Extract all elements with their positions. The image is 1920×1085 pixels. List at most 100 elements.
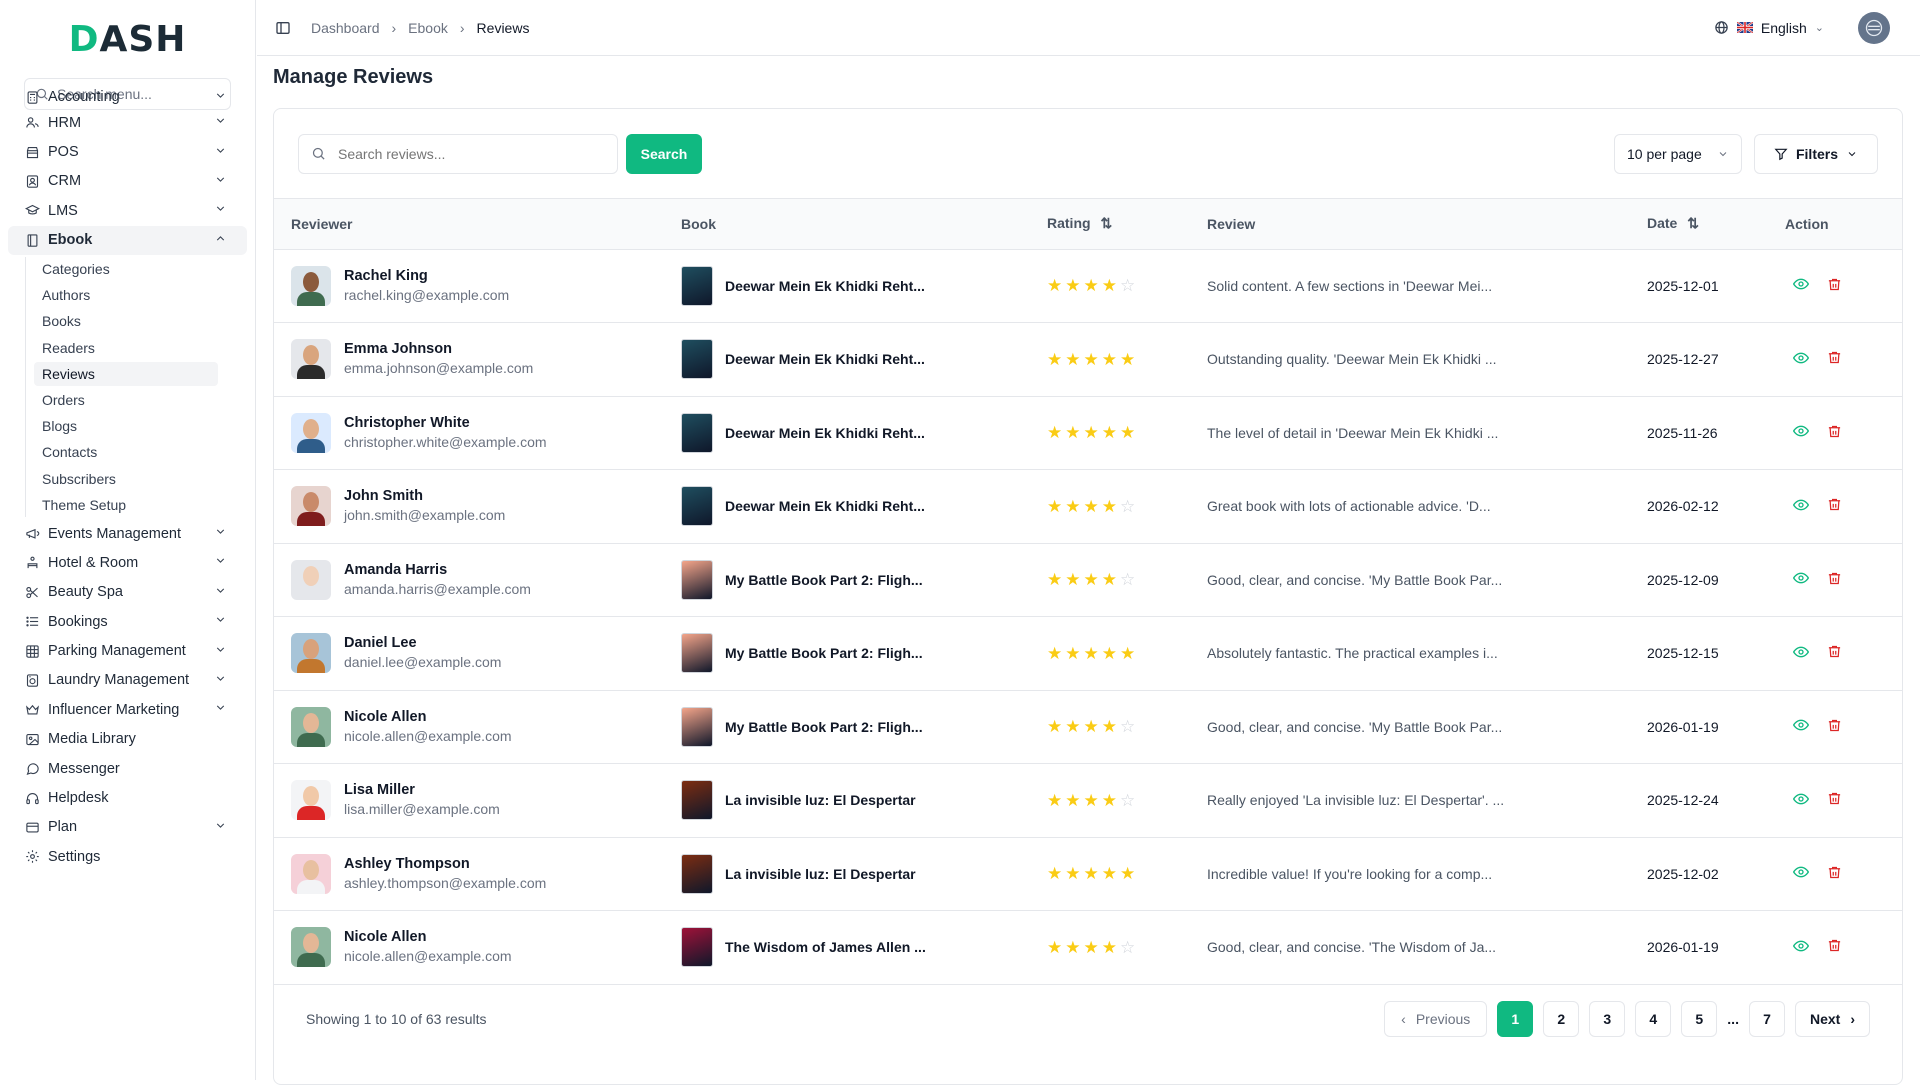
- chevron-right-icon: ›: [391, 19, 397, 36]
- page-button-1[interactable]: 1: [1497, 1001, 1534, 1037]
- view-icon[interactable]: [1792, 570, 1810, 589]
- sidebar-item-plan[interactable]: Plan: [8, 813, 247, 842]
- sidebar-item-beauty-spa[interactable]: Beauty Spa: [8, 578, 247, 607]
- previous-label: Previous: [1415, 1011, 1471, 1027]
- next-page-button[interactable]: Next ›: [1794, 1001, 1870, 1037]
- sidebar-item-bookings[interactable]: Bookings: [8, 607, 247, 636]
- breadcrumb-dashboard[interactable]: Dashboard: [311, 20, 380, 36]
- review-text: Absolutely fantastic. The practical exam…: [1207, 645, 1498, 662]
- reviewer-avatar: [291, 706, 331, 747]
- star-filled-icon: ★: [1101, 937, 1117, 957]
- sidebar-item-messenger[interactable]: Messenger: [8, 754, 247, 783]
- sidebar-item-laundry-management[interactable]: Laundry Management: [8, 666, 247, 695]
- pagination-ellipsis: ...: [1727, 1011, 1739, 1027]
- star-empty-icon: ☆: [1120, 570, 1136, 590]
- page-button-2[interactable]: 2: [1543, 1001, 1580, 1037]
- delete-icon[interactable]: [1827, 497, 1842, 515]
- sidebar-subitem-theme-setup[interactable]: Theme Setup: [34, 493, 218, 517]
- page-button-3[interactable]: 3: [1589, 1001, 1626, 1037]
- sidebar-item-label: Hotel & Room: [48, 554, 139, 571]
- view-icon[interactable]: [1792, 938, 1810, 957]
- page-button-last[interactable]: 7: [1748, 1001, 1785, 1037]
- sidebar-subitem-blogs[interactable]: Blogs: [34, 414, 218, 438]
- star-filled-icon: ★: [1101, 349, 1117, 369]
- language-selector[interactable]: English ⌄: [1714, 20, 1824, 36]
- view-icon[interactable]: [1792, 644, 1810, 663]
- reviewer-avatar: [291, 265, 331, 306]
- sidebar-item-ebook[interactable]: Ebook: [8, 225, 247, 255]
- delete-icon[interactable]: [1827, 865, 1842, 883]
- sidebar-subitem-readers[interactable]: Readers: [34, 336, 218, 360]
- reviewer-cell: Emma Johnson emma.johnson@example.com: [274, 323, 664, 397]
- view-icon[interactable]: [1792, 791, 1810, 810]
- sidebar-item-parking-management[interactable]: Parking Management: [8, 636, 247, 665]
- sidebar-item-helpdesk[interactable]: Helpdesk: [8, 783, 247, 812]
- sidebar-item-label: HRM: [48, 114, 82, 131]
- sidebar-toggle-icon[interactable]: [275, 20, 291, 36]
- sidebar-subitem-books[interactable]: Books: [34, 309, 218, 333]
- rating-cell: ★ ★ ★ ★ ★: [1030, 617, 1190, 691]
- sidebar-item-pos[interactable]: POS: [8, 137, 247, 166]
- sidebar-item-hrm[interactable]: HRM: [8, 108, 247, 137]
- delete-icon[interactable]: [1827, 644, 1842, 662]
- sidebar-subitem-contacts[interactable]: Contacts: [34, 440, 218, 464]
- star-filled-icon: ★: [1065, 496, 1081, 516]
- sidebar-item-events-management[interactable]: Events Management: [8, 519, 247, 548]
- app-logo[interactable]: DASH: [0, 0, 255, 78]
- sidebar-item-influencer-marketing[interactable]: Influencer Marketing: [8, 695, 247, 724]
- sidebar-subitem-authors[interactable]: Authors: [34, 283, 218, 307]
- reviewer-name: Rachel King: [344, 267, 428, 284]
- reviewer-cell: Daniel Lee daniel.lee@example.com: [274, 617, 664, 691]
- delete-icon[interactable]: [1827, 938, 1842, 956]
- sidebar-item-label: Parking Management: [48, 643, 186, 660]
- column-date[interactable]: Date ⇅: [1630, 199, 1768, 249]
- delete-icon[interactable]: [1827, 571, 1842, 589]
- delete-icon[interactable]: [1827, 791, 1842, 809]
- user-avatar[interactable]: [1858, 11, 1890, 44]
- breadcrumb-ebook[interactable]: Ebook: [408, 20, 448, 36]
- column-rating[interactable]: Rating ⇅: [1030, 199, 1190, 249]
- delete-icon[interactable]: [1827, 424, 1842, 442]
- sidebar-item-label: POS: [48, 144, 79, 161]
- delete-icon[interactable]: [1827, 277, 1842, 295]
- reviews-search-field[interactable]: [298, 133, 618, 174]
- star-filled-icon: ★: [1083, 349, 1099, 369]
- column-review: Review: [1207, 215, 1256, 232]
- sidebar-item-hotel-and-room[interactable]: Hotel & Room: [8, 548, 247, 577]
- sidebar-item-accounting[interactable]: Accounting: [8, 86, 247, 108]
- view-icon[interactable]: [1792, 276, 1810, 295]
- filters-button[interactable]: Filters: [1754, 133, 1878, 174]
- sidebar-item-media-library[interactable]: Media Library: [8, 725, 247, 754]
- sidebar-item-settings[interactable]: Settings: [8, 842, 247, 871]
- reviews-search-input[interactable]: [338, 145, 598, 162]
- star-rating: ★ ★ ★ ★ ★: [1047, 645, 1190, 662]
- view-icon[interactable]: [1792, 717, 1810, 736]
- star-filled-icon: ★: [1047, 864, 1063, 884]
- delete-icon[interactable]: [1827, 350, 1842, 368]
- view-icon[interactable]: [1792, 497, 1810, 516]
- sort-icon[interactable]: ⇅: [1100, 215, 1112, 231]
- sidebar-item-label: Laundry Management: [48, 672, 190, 689]
- search-button[interactable]: Search: [626, 133, 702, 174]
- previous-page-button[interactable]: ‹ Previous: [1384, 1001, 1488, 1037]
- sidebar-item-crm[interactable]: CRM: [8, 167, 247, 196]
- per-page-select[interactable]: 10 per page: [1614, 133, 1742, 174]
- page-button-4[interactable]: 4: [1635, 1001, 1672, 1037]
- reviewer-name: Ashley Thompson: [344, 855, 470, 872]
- action-cell: [1768, 764, 1902, 838]
- sidebar-subitem-reviews[interactable]: Reviews: [34, 361, 218, 386]
- sidebar-subitem-categories[interactable]: Categories: [34, 257, 218, 281]
- view-icon[interactable]: [1792, 350, 1810, 369]
- review-date: 2025-12-27: [1647, 351, 1719, 368]
- delete-icon[interactable]: [1827, 718, 1842, 736]
- chevron-down-icon: [1719, 151, 1727, 156]
- view-icon[interactable]: [1792, 423, 1810, 442]
- sort-icon[interactable]: ⇅: [1687, 215, 1699, 231]
- sidebar-subitem-orders[interactable]: Orders: [34, 388, 218, 412]
- sidebar-subitem-subscribers[interactable]: Subscribers: [34, 466, 218, 490]
- table-row: Daniel Lee daniel.lee@example.com My Battl…: [274, 617, 1902, 691]
- star-filled-icon: ★: [1065, 937, 1081, 957]
- view-icon[interactable]: [1792, 864, 1810, 883]
- page-button-5[interactable]: 5: [1681, 1001, 1718, 1037]
- sidebar-item-lms[interactable]: LMS: [8, 196, 247, 225]
